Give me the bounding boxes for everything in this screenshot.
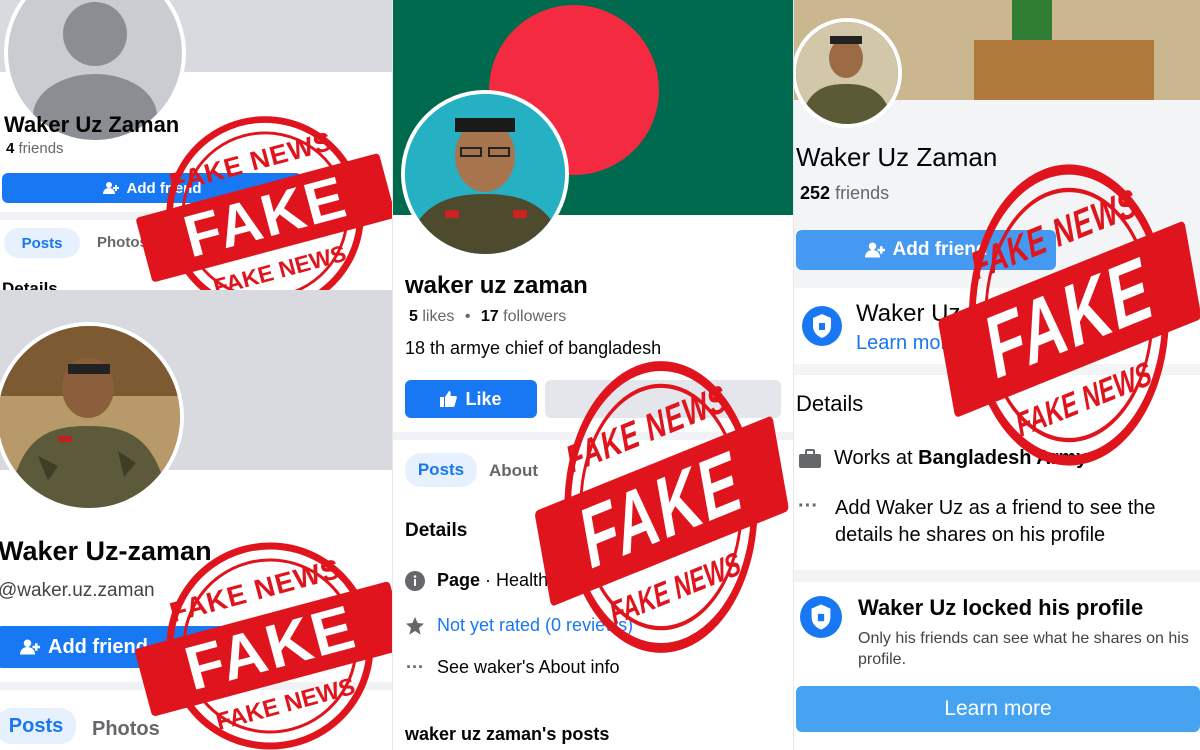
learn-more-button[interactable]: Learn more xyxy=(796,686,1200,732)
more-dots-icon: ··· xyxy=(798,495,818,517)
briefcase-icon xyxy=(798,448,822,469)
tab-posts[interactable]: Posts xyxy=(4,228,80,258)
friends-count: 4 xyxy=(6,140,15,157)
profile-name: waker uz zaman xyxy=(405,272,588,299)
fake-news-stamp: FAKE NEWS FAKE FAKE NEWS xyxy=(521,352,793,662)
add-friend-icon xyxy=(864,241,885,259)
fake-stamp-graphic: FAKE NEWS FAKE FAKE NEWS xyxy=(535,361,789,653)
fake-stamp-graphic: FAKE NEWS FAKE FAKE NEWS xyxy=(938,164,1200,466)
tab-posts[interactable]: Posts xyxy=(405,453,477,487)
followers-label: followers xyxy=(503,308,567,325)
profile-photo[interactable] xyxy=(794,18,902,128)
like-button[interactable]: Like xyxy=(405,380,537,418)
fake-news-stamp: FAKE NEWS FAKE FAKE NEWS xyxy=(120,526,392,750)
tab-posts[interactable]: Posts xyxy=(0,708,76,744)
add-friend-info: Add Waker Uz as a friend to see the deta… xyxy=(835,497,1156,546)
locked-title: Waker Uz locked his profile xyxy=(858,595,1144,620)
cover-office-scene xyxy=(974,40,1154,100)
friends-count-line: 4 friends xyxy=(6,140,64,157)
shield-lock-icon xyxy=(800,596,842,638)
shield-lock-icon xyxy=(802,306,842,346)
add-friend-icon xyxy=(20,638,40,656)
uniformed-officer-photo xyxy=(0,326,180,508)
locked-card: Waker Uz locked his profile Only his fri… xyxy=(794,582,1200,750)
locked-description: Only his friends can see what he shares … xyxy=(858,630,1189,668)
stats-line: 5 likes • 17 followers xyxy=(409,308,566,326)
like-label: Like xyxy=(465,388,502,409)
friends-count: 252 xyxy=(800,183,831,203)
works-prefix: Works at xyxy=(834,447,913,469)
friends-label: friends xyxy=(18,140,64,157)
fake-stamp-graphic: FAKE NEWS FAKE FAKE NEWS xyxy=(135,542,392,750)
profile-panel-2: Waker Uz-zaman @waker.uz.zaman Add frien… xyxy=(0,290,392,750)
profile-photo[interactable] xyxy=(0,322,184,512)
stats-separator: • xyxy=(464,308,471,325)
profile-panel-4: Waker Uz Zaman 252 friends Add friend Wa… xyxy=(794,0,1200,750)
star-icon xyxy=(405,616,425,636)
cover-flag xyxy=(1012,0,1052,40)
more-dots-icon: ··· xyxy=(406,657,424,677)
fake-stamp-graphic: FAKE NEWS FAKE FAKE NEWS xyxy=(136,116,392,290)
profile-photo[interactable] xyxy=(401,90,569,258)
friends-label: friends xyxy=(835,183,890,203)
add-friend-icon xyxy=(102,181,119,195)
fake-news-stamp: FAKE NEWS FAKE FAKE NEWS xyxy=(924,155,1200,475)
profile-panel-1: Waker Uz Zaman 4 friends Add friend Post… xyxy=(0,0,392,290)
fake-news-stamp: FAKE NEWS FAKE FAKE NEWS xyxy=(120,110,392,290)
page-label: Page xyxy=(437,570,481,590)
followers-count: 17 xyxy=(480,308,499,325)
uniformed-officer-photo xyxy=(405,94,565,254)
uniformed-officer-photo xyxy=(796,22,898,124)
likes-label: likes xyxy=(422,308,455,325)
details-heading: Details xyxy=(2,279,58,290)
thumbs-up-icon xyxy=(440,391,458,407)
learn-more-label: Learn more xyxy=(944,697,1052,720)
friends-count-line: 252 friends xyxy=(800,183,889,204)
details-heading: Details xyxy=(796,391,864,416)
likes-count: 5 xyxy=(409,308,418,325)
profile-panel-3: waker uz zaman 5 likes • 17 followers 18… xyxy=(392,0,794,750)
details-heading: Details xyxy=(405,520,468,541)
info-icon xyxy=(405,570,425,591)
posts-heading: waker uz zaman's posts xyxy=(405,724,610,744)
